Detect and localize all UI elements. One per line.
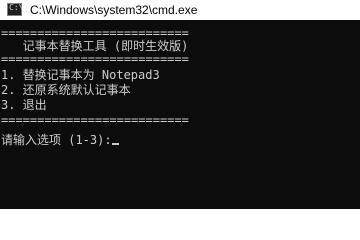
- cmd-icon-glyph: C:\_: [9, 3, 29, 12]
- cmd-window: C:\_ C:\Windows\system32\cmd.exe =======…: [0, 0, 360, 209]
- menu-option-1: 1. 替换记事本为 Notepad3: [1, 68, 160, 82]
- separator-line: ==========================: [1, 52, 189, 66]
- cmd-icon[interactable]: C:\_: [7, 3, 28, 16]
- input-prompt-row[interactable]: 请输入选项 (1-3):: [1, 133, 119, 148]
- window-title: C:\Windows\system32\cmd.exe: [30, 3, 198, 17]
- menu-option-3: 3. 退出: [1, 98, 47, 112]
- menu-option-2: 2. 还原系统默认记事本: [1, 83, 131, 97]
- separator-line: ==========================: [1, 113, 189, 127]
- input-prompt: 请输入选项 (1-3):: [1, 133, 112, 147]
- text-cursor: [111, 143, 119, 145]
- console-output[interactable]: ========================== 记事本替换工具 (即时生效…: [0, 20, 360, 209]
- title-bar[interactable]: C:\_ C:\Windows\system32\cmd.exe: [0, 0, 360, 20]
